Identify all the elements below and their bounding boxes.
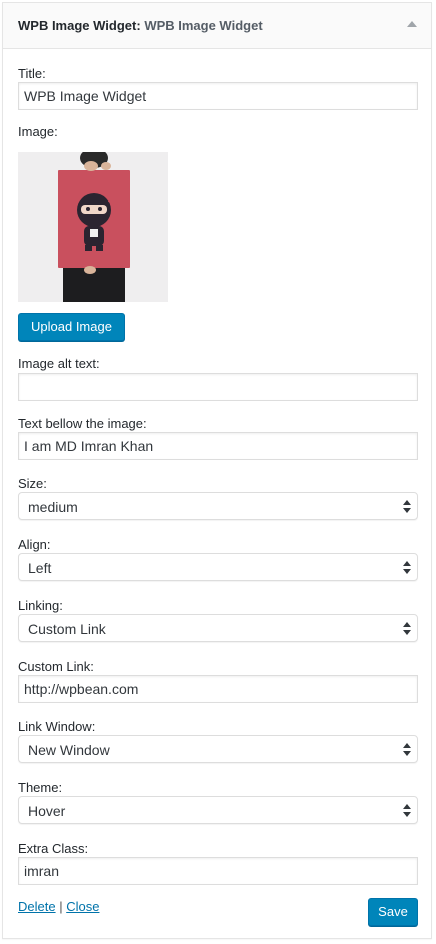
select-arrows-icon: [403, 500, 411, 514]
select-arrows-icon: [403, 622, 411, 636]
size-select[interactable]: medium: [18, 492, 418, 520]
size-label: Size:: [18, 476, 47, 491]
image-preview: [18, 152, 168, 302]
alt-text-input[interactable]: [18, 373, 418, 401]
alt-text-label: Image alt text:: [18, 356, 100, 371]
close-link[interactable]: Close: [66, 899, 99, 914]
widget-title: WPB Image Widget: WPB Image Widget: [18, 18, 263, 33]
theme-select[interactable]: Hover: [18, 796, 418, 824]
collapse-toggle-icon[interactable]: [407, 21, 417, 27]
select-arrows-icon: [403, 743, 411, 757]
align-select-value: Left: [28, 560, 52, 576]
image-label: Image:: [18, 124, 58, 139]
align-label: Align:: [18, 537, 51, 552]
text-below-input[interactable]: [18, 432, 418, 460]
custom-link-label: Custom Link:: [18, 659, 94, 674]
extra-class-label: Extra Class:: [18, 841, 89, 856]
text-below-label: Text bellow the image:: [18, 416, 147, 431]
title-separator: :: [136, 18, 141, 33]
custom-link-input[interactable]: [18, 675, 418, 703]
title-input[interactable]: [18, 82, 418, 110]
ninja-poster-image: [18, 152, 168, 302]
delete-link[interactable]: Delete: [18, 899, 56, 914]
upload-image-button[interactable]: Upload Image: [18, 313, 125, 341]
save-button[interactable]: Save: [368, 898, 418, 926]
widget-title-suffix: WPB Image Widget: [144, 18, 263, 33]
theme-label: Theme:: [18, 780, 63, 795]
link-separator: |: [59, 899, 63, 914]
title-label: Title:: [18, 66, 46, 81]
extra-class-input[interactable]: [18, 857, 418, 885]
widget-control-links: Delete | Close: [18, 899, 99, 914]
linking-select[interactable]: Custom Link: [18, 614, 418, 642]
linking-label: Linking:: [18, 598, 63, 613]
link-window-select-value: New Window: [28, 742, 110, 758]
select-arrows-icon: [403, 561, 411, 575]
widget-panel: WPB Image Widget: WPB Image Widget Title…: [2, 2, 432, 939]
link-window-select[interactable]: New Window: [18, 735, 418, 763]
link-window-label: Link Window:: [18, 719, 96, 734]
align-select[interactable]: Left: [18, 553, 418, 581]
size-select-value: medium: [28, 499, 78, 515]
widget-name: WPB Image Widget: [18, 18, 137, 33]
widget-header[interactable]: WPB Image Widget: WPB Image Widget: [3, 3, 431, 49]
select-arrows-icon: [403, 804, 411, 818]
linking-select-value: Custom Link: [28, 621, 106, 637]
theme-select-value: Hover: [28, 803, 66, 819]
